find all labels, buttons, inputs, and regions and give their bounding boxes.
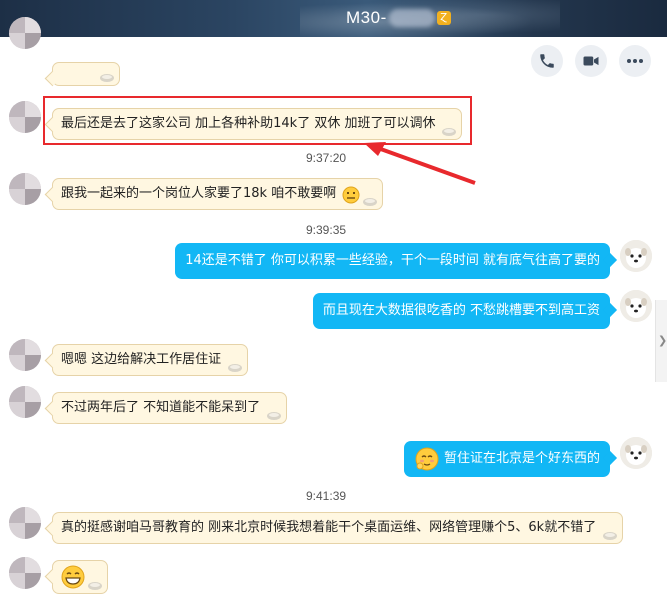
timestamp: 9:41:39 — [306, 489, 347, 503]
message-text: 嗯嗯 这边给解决工作居住证 — [61, 352, 222, 367]
message-text: 而且现在大数据很吃香的 不愁跳槽要不到高工资 — [322, 303, 600, 318]
message-bubble[interactable]: 真的挺感谢咱马哥教育的 刚来北京时候我想着能干个桌面运维、网络管理赚个5、6k就… — [52, 512, 624, 544]
arrow-annotation-icon — [364, 142, 476, 185]
side-panel-toggle[interactable]: ❯ — [655, 300, 667, 382]
message-bubble-outgoing[interactable]: 而且现在大数据很吃香的 不愁跳槽要不到高工资 — [312, 293, 610, 329]
timestamp: 9:37:20 — [306, 151, 347, 165]
bubble-decoration-icon — [88, 582, 102, 590]
avatar[interactable] — [9, 339, 41, 371]
message-text: 14还是不错了 你可以积累一些经验，干个一段时间 就有底气往高了要的 — [185, 253, 600, 268]
puppy-avatar-icon — [620, 290, 652, 322]
avatar[interactable] — [9, 17, 41, 49]
emoji-embarrassed-icon — [342, 186, 360, 204]
emoji-grin-icon — [61, 565, 85, 589]
my-avatar[interactable] — [620, 437, 652, 469]
message-bubble-partial[interactable] — [52, 62, 120, 86]
title-bar: M30- Ɀ — [0, 0, 667, 37]
timestamp: 9:39:35 — [306, 223, 347, 237]
message-bubble[interactable] — [52, 560, 108, 594]
blurred-name — [388, 9, 435, 27]
avatar[interactable] — [9, 386, 41, 418]
message-text: 不过两年后了 不知道能不能呆到了 — [61, 400, 261, 415]
puppy-avatar-icon — [620, 437, 652, 469]
message-text: 暂住证在北京是个好东西的 — [443, 451, 600, 466]
avatar[interactable] — [9, 507, 41, 539]
chat-title: M30- Ɀ — [346, 7, 451, 29]
bubble-decoration-icon — [603, 532, 618, 540]
bubble-decoration-icon — [363, 198, 378, 206]
avatar[interactable] — [9, 173, 41, 205]
message-bubble[interactable]: 跟我一起来的一个岗位人家要了18k 咱不敢要啊 — [52, 178, 384, 210]
bubble-decoration-icon — [100, 74, 114, 82]
contact-name: M30- — [346, 8, 387, 27]
chevron-right-icon: ❯ — [658, 334, 667, 347]
message-text: 跟我一起来的一个岗位人家要了18k 咱不敢要啊 — [61, 186, 337, 201]
vip-badge-icon: Ɀ — [436, 11, 451, 25]
message-bubble-outgoing[interactable]: 14还是不错了 你可以积累一些经验，干个一段时间 就有底气往高了要的 — [175, 243, 610, 279]
emoji-shy-icon — [415, 447, 439, 471]
message-bubble[interactable]: 不过两年后了 不知道能不能呆到了 — [52, 392, 288, 424]
message-bubble-outgoing[interactable]: 暂住证在北京是个好东西的 — [403, 441, 610, 477]
message-text: 真的挺感谢咱马哥教育的 刚来北京时候我想着能干个桌面运维、网络管理赚个5、6k就… — [61, 520, 597, 535]
my-avatar[interactable] — [620, 290, 652, 322]
bubble-decoration-icon — [267, 412, 282, 420]
avatar[interactable] — [9, 557, 41, 589]
my-avatar[interactable] — [620, 240, 652, 272]
puppy-avatar-icon — [620, 240, 652, 272]
message-bubble[interactable]: 嗯嗯 这边给解决工作居住证 — [52, 344, 249, 376]
bubble-decoration-icon — [228, 364, 243, 372]
avatar[interactable] — [9, 101, 41, 133]
